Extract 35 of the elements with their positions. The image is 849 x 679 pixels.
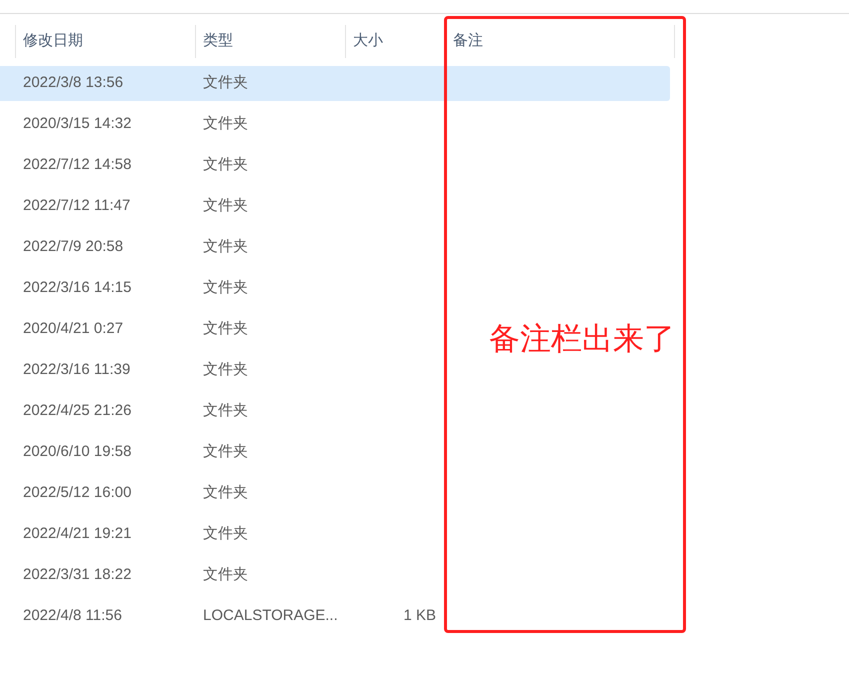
type-cell: LOCALSTORAGE...	[203, 607, 338, 624]
date-cell: 2022/3/8 13:56	[23, 74, 124, 92]
column-header[interactable]: 类型	[195, 25, 345, 58]
date-cell: 2022/4/21 19:21	[23, 525, 132, 542]
annotation-text: 备注栏出来了	[489, 320, 675, 358]
date-cell: 2022/3/16 14:15	[23, 279, 132, 296]
column-header[interactable]: 备注	[445, 25, 675, 58]
selected-file-row[interactable]: 2022/3/8 13:56 文件夹	[0, 66, 670, 101]
type-cell: 文件夹	[203, 279, 248, 296]
date-cell: 2022/7/9 20:58	[23, 238, 124, 256]
type-cell: 文件夹	[203, 525, 248, 542]
type-cell: 文件夹	[203, 402, 248, 420]
type-cell: 文件夹	[203, 361, 248, 378]
date-cell: 2022/3/31 18:22	[23, 566, 132, 584]
type-cell: 文件夹	[203, 156, 248, 174]
column-header[interactable]: 大小	[345, 25, 445, 58]
type-cell: 文件夹	[203, 197, 248, 214]
date-cell: 2022/3/16 11:39	[23, 361, 130, 378]
date-cell: 2020/6/10 19:58	[23, 443, 132, 460]
type-cell: 文件夹	[203, 484, 248, 502]
type-cell: 文件夹	[203, 320, 248, 338]
type-cell: 文件夹	[203, 115, 248, 132]
type-cell: 文件夹	[203, 74, 248, 92]
date-cell: 2022/5/12 16:00	[23, 484, 132, 502]
type-cell: 文件夹	[203, 566, 248, 584]
date-cell: 2020/3/15 14:32	[23, 115, 132, 132]
column-header[interactable]: 修改日期	[15, 25, 195, 58]
date-cell: 2022/7/12 11:47	[23, 197, 130, 214]
date-cell: 2022/4/25 21:26	[23, 402, 132, 420]
date-cell: 2022/4/8 11:56	[23, 607, 122, 624]
size-cell-text: 1 KB	[403, 606, 436, 626]
date-cell: 2020/4/21 0:27	[23, 320, 124, 338]
date-cell: 2022/7/12 14:58	[23, 156, 132, 174]
type-cell: 文件夹	[203, 238, 248, 256]
type-cell: 文件夹	[203, 443, 248, 460]
